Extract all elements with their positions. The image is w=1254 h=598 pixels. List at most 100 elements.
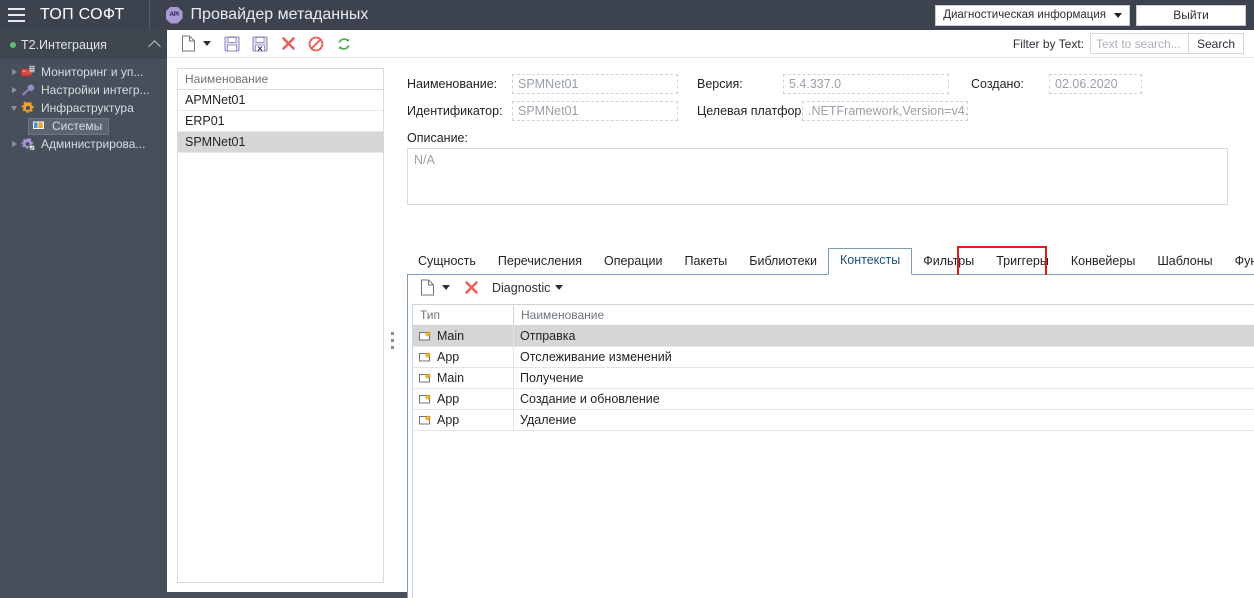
sidebar-item-infrastructure[interactable]: Инфраструктура bbox=[0, 99, 167, 117]
header-actions: Диагностическая информация Выйти bbox=[935, 4, 1254, 26]
sidebar-item-label: Администрирова... bbox=[41, 137, 146, 151]
refresh-icon[interactable] bbox=[331, 32, 357, 56]
list-item-label: ERP01 bbox=[185, 114, 225, 128]
expander-collapsed-icon[interactable] bbox=[8, 87, 20, 93]
new-document-icon[interactable] bbox=[175, 32, 201, 56]
sidebar-item-label: Инфраструктура bbox=[41, 101, 134, 115]
grid-cell-type: App bbox=[413, 347, 514, 367]
sidebar-item-monitoring[interactable]: Мониторинг и уп... bbox=[0, 63, 167, 81]
tab-enumerations[interactable]: Перечисления bbox=[487, 250, 593, 274]
tab-strip: Сущность Перечисления Операции Пакеты Би… bbox=[407, 246, 1254, 278]
sidebar-header[interactable]: T2.Интеграция bbox=[0, 30, 167, 59]
grid-cell-type-label: Main bbox=[437, 371, 465, 385]
gear-icon bbox=[20, 101, 36, 115]
sidebar-item-systems[interactable]: Системы bbox=[0, 117, 167, 135]
grid-cell-type-label: Main bbox=[437, 329, 465, 343]
version-label: Версия: bbox=[697, 77, 743, 91]
grid-cell-type: App bbox=[413, 410, 514, 430]
details-form: Наименование: SPMNet01 Версия: 5.4.337.0… bbox=[407, 72, 1247, 205]
main-content-panel: Filter by Text: Search Наименование APMN… bbox=[167, 30, 1254, 598]
identifier-label: Идентификатор: bbox=[407, 104, 503, 118]
name-label: Наименование: bbox=[407, 77, 498, 91]
new-context-dropdown-icon[interactable] bbox=[442, 285, 450, 290]
identifier-field[interactable]: SPMNet01 bbox=[512, 101, 678, 121]
platform-field[interactable]: .NETFramework,Version=v4.7 bbox=[802, 101, 968, 121]
list-item[interactable]: ERP01 bbox=[178, 111, 383, 132]
search-input[interactable] bbox=[1090, 33, 1189, 54]
main-toolbar: Filter by Text: Search bbox=[167, 30, 1254, 58]
diagnostic-info-select[interactable]: Диагностическая информация bbox=[935, 4, 1130, 26]
list-column-header: Наименование bbox=[178, 69, 383, 90]
list-item[interactable]: SPMNet01 bbox=[178, 132, 383, 153]
grid-cell-name: Удаление bbox=[520, 413, 577, 427]
save-as-icon[interactable] bbox=[247, 32, 273, 56]
expander-collapsed-icon[interactable] bbox=[8, 69, 20, 75]
expander-collapsed-icon[interactable] bbox=[8, 141, 20, 147]
tab-filters[interactable]: Фильтры bbox=[912, 250, 985, 274]
expander-expanded-icon[interactable] bbox=[8, 105, 20, 111]
tab-pipelines[interactable]: Конвейеры bbox=[1060, 250, 1146, 274]
delete-x-icon[interactable] bbox=[458, 276, 484, 300]
sidebar-item-label: Системы bbox=[52, 119, 103, 133]
top-header-bar: ТОП СОФТ API Провайдер метаданных Диагно… bbox=[0, 0, 1254, 30]
filter-by-text-label: Filter by Text: bbox=[1012, 36, 1084, 51]
save-icon[interactable] bbox=[219, 32, 245, 56]
grid-cell-name: Отслеживание изменений bbox=[520, 350, 672, 364]
version-field[interactable]: 5.4.337.0 bbox=[783, 74, 949, 94]
grid-cell-type-label: App bbox=[437, 413, 460, 427]
header-divider bbox=[148, 0, 150, 30]
diagnostic-dropdown[interactable]: Diagnostic bbox=[492, 281, 564, 295]
contexts-toolbar: Diagnostic bbox=[408, 275, 1254, 300]
grid-cell-type-label: App bbox=[437, 392, 460, 406]
tab-packages[interactable]: Пакеты bbox=[673, 250, 738, 274]
tab-functions[interactable]: Функции bbox=[1224, 250, 1254, 274]
tabs-container: Сущность Перечисления Операции Пакеты Би… bbox=[407, 246, 1254, 598]
filter-area: Filter by Text: Search bbox=[1013, 33, 1254, 54]
new-document-icon[interactable] bbox=[414, 276, 440, 300]
contexts-grid: Тип Наименование Main Отправка App Отсле… bbox=[412, 304, 1254, 598]
description-label: Описание: bbox=[407, 131, 468, 145]
grid-cell-type: Main bbox=[413, 368, 514, 388]
context-icon bbox=[419, 372, 433, 384]
created-field[interactable]: 02.06.2020 bbox=[1049, 74, 1142, 94]
grid-cell-name: Создание и обновление bbox=[520, 392, 660, 406]
tab-triggers[interactable]: Триггеры bbox=[985, 250, 1060, 274]
tab-templates[interactable]: Шаблоны bbox=[1146, 250, 1223, 274]
tab-entity[interactable]: Сущность bbox=[407, 250, 487, 274]
diagnostic-info-label: Диагностическая информация bbox=[943, 9, 1106, 21]
table-row[interactable]: Main Отправка bbox=[413, 326, 1254, 347]
tab-libraries[interactable]: Библиотеки bbox=[738, 250, 828, 274]
grid-cell-type: Main bbox=[413, 326, 514, 346]
list-item[interactable]: APMNet01 bbox=[178, 90, 383, 111]
wrench-icon bbox=[20, 83, 36, 97]
search-button[interactable]: Search bbox=[1189, 33, 1244, 54]
chevron-up-icon[interactable] bbox=[148, 39, 161, 53]
tab-contexts[interactable]: Контексты bbox=[828, 248, 913, 275]
sidebar-item-administration[interactable]: Администрирова... bbox=[0, 135, 167, 153]
delete-x-icon[interactable] bbox=[275, 32, 301, 56]
logout-button[interactable]: Выйти bbox=[1136, 4, 1246, 26]
vertical-splitter[interactable] bbox=[389, 310, 396, 370]
description-field[interactable]: N/A bbox=[407, 148, 1228, 205]
sidebar-item-integration-settings[interactable]: Настройки интегр... bbox=[0, 81, 167, 99]
grid-column-type[interactable]: Тип bbox=[413, 305, 514, 325]
sidebar-tree: Мониторинг и уп... Настройки интегр... И… bbox=[0, 59, 167, 153]
table-row[interactable]: App Отслеживание изменений bbox=[413, 347, 1254, 368]
chevron-down-icon bbox=[555, 285, 564, 290]
grid-header-row: Тип Наименование bbox=[413, 305, 1254, 326]
hamburger-menu-icon[interactable] bbox=[0, 0, 32, 30]
chevron-down-icon bbox=[1114, 12, 1122, 18]
monitor-icon bbox=[31, 119, 47, 133]
monitoring-icon bbox=[20, 65, 36, 79]
new-document-dropdown-icon[interactable] bbox=[203, 41, 211, 46]
table-row[interactable]: App Создание и обновление bbox=[413, 389, 1254, 410]
contexts-tab-panel: Diagnostic Тип Наименование Main Отправк… bbox=[407, 275, 1254, 598]
name-field[interactable]: SPMNet01 bbox=[512, 74, 678, 94]
api-badge-icon: API bbox=[165, 6, 183, 24]
table-row[interactable]: App Удаление bbox=[413, 410, 1254, 431]
grid-column-name[interactable]: Наименование bbox=[514, 305, 1254, 325]
tab-operations[interactable]: Операции bbox=[593, 250, 673, 274]
sidebar-title-label: T2.Интеграция bbox=[21, 37, 107, 52]
cancel-icon[interactable] bbox=[303, 32, 329, 56]
table-row[interactable]: Main Получение bbox=[413, 368, 1254, 389]
